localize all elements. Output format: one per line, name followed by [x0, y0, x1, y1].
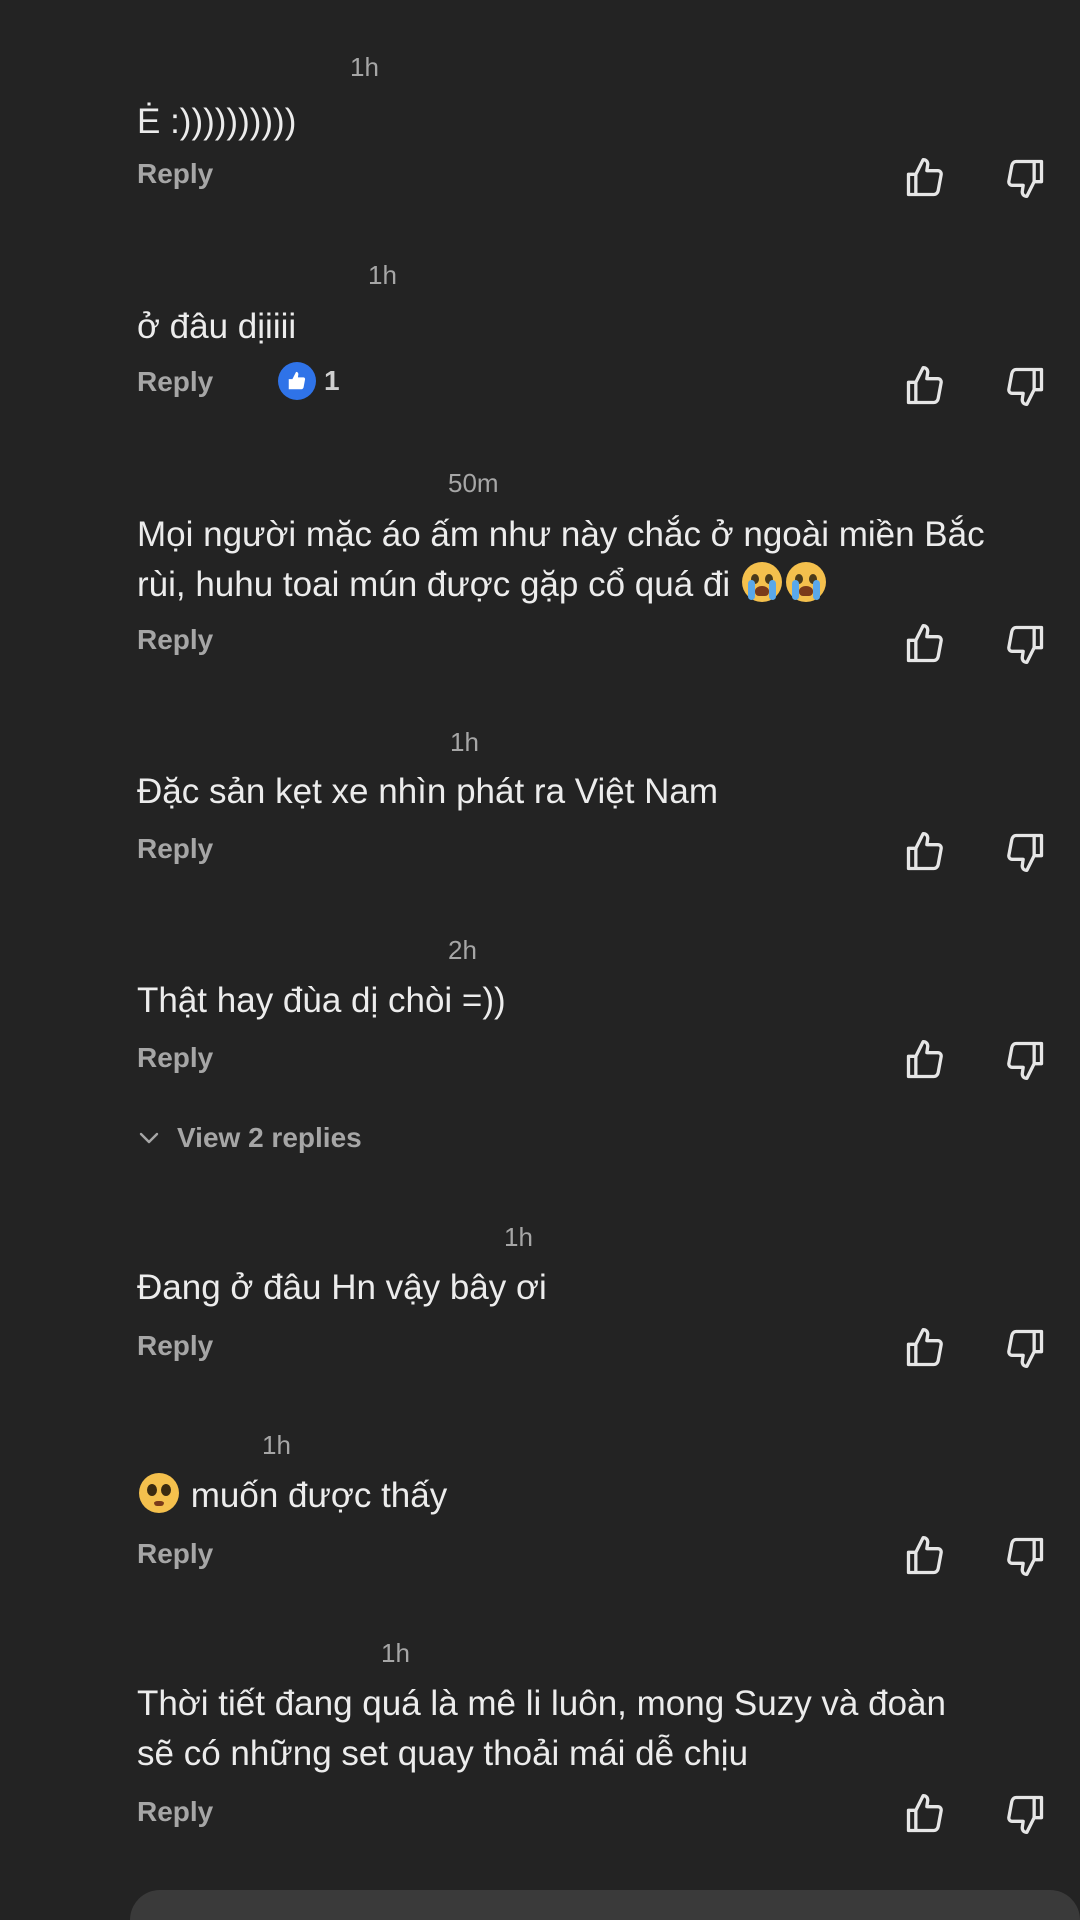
view-replies-label: View 2 replies — [177, 1122, 362, 1153]
reply-button[interactable]: Reply — [137, 1538, 213, 1570]
thumbs-down-icon[interactable] — [1003, 1792, 1047, 1836]
comment-timestamp: 2h — [448, 935, 477, 965]
like-count-value: 1 — [324, 365, 340, 396]
comment-text: Thật hay đùa dị chòi =)) — [137, 981, 506, 1020]
thumbs-down-icon[interactable] — [1003, 622, 1047, 666]
reaction-count[interactable]: 1 — [278, 362, 340, 400]
comment-input-bar — [0, 1890, 1080, 1920]
thumbs-down-icon[interactable] — [1003, 1326, 1047, 1370]
thumbs-down-icon[interactable] — [1003, 364, 1047, 408]
thumbs-down-icon[interactable] — [1003, 1534, 1047, 1578]
comment-timestamp: 1h — [504, 1222, 533, 1252]
comment-text: Mọi người mặc áo ấm như này chắc ở ngoài… — [137, 510, 1050, 610]
comment-text: Đặc sản kẹt xe nhìn phát ra Việt Nam — [137, 772, 719, 811]
reply-button[interactable]: Reply — [137, 1796, 213, 1828]
comment-text-body: Mọi người mặc áo ấm như này chắc ở ngoài… — [137, 515, 985, 604]
reply-button[interactable]: Reply — [137, 833, 213, 865]
thumbs-up-icon[interactable] — [903, 1326, 947, 1370]
comment-timestamp: 1h — [350, 52, 379, 82]
thumbs-up-icon[interactable] — [903, 622, 947, 666]
thumbs-down-icon[interactable] — [1003, 1038, 1047, 1082]
thumbs-up-icon[interactable] — [903, 364, 947, 408]
comment-input[interactable] — [130, 1890, 1080, 1920]
thumbs-up-icon[interactable] — [903, 1038, 947, 1082]
reply-button[interactable]: Reply — [137, 1330, 213, 1362]
comment-text: Ė :)))))))))) — [137, 102, 297, 141]
comment-timestamp: 1h — [450, 727, 479, 757]
crying-face-icon — [785, 562, 826, 602]
comment-timestamp: 1h — [381, 1638, 410, 1668]
comments-screen: { "comments": [ {"time": "1h", "text": "… — [0, 0, 1080, 1920]
thumbs-down-icon[interactable] — [1003, 156, 1047, 200]
reply-button[interactable]: Reply — [137, 158, 213, 190]
comment-timestamp: 50m — [448, 468, 499, 498]
reply-button[interactable]: Reply — [137, 366, 213, 398]
comment-text: Thời tiết đang quá là mê li luôn, mong S… — [137, 1684, 946, 1773]
blue-like-badge-icon — [278, 362, 316, 400]
crying-face-icon — [741, 562, 782, 602]
thumbs-up-icon[interactable] — [903, 1792, 947, 1836]
view-replies-button[interactable]: View 2 replies — [137, 1122, 362, 1154]
reply-button[interactable]: Reply — [137, 1042, 213, 1074]
chevron-down-icon — [139, 1132, 159, 1144]
thumbs-down-icon[interactable] — [1003, 830, 1047, 874]
pleading-face-icon — [139, 1473, 179, 1513]
comment-text: muốn được thấy — [137, 1471, 1050, 1521]
thumbs-up-icon[interactable] — [903, 156, 947, 200]
thumbs-up-icon[interactable] — [903, 1534, 947, 1578]
comment-text: Đang ở đâu Hn vậy bây ơi — [137, 1268, 547, 1307]
thumbs-up-icon[interactable] — [903, 830, 947, 874]
comment-timestamp: 1h — [368, 260, 397, 290]
comment-text-body: muốn được thấy — [190, 1476, 448, 1515]
reply-button[interactable]: Reply — [137, 624, 213, 656]
comment-text: ở đâu dịiiii — [137, 307, 297, 346]
comment-timestamp: 1h — [262, 1430, 291, 1460]
